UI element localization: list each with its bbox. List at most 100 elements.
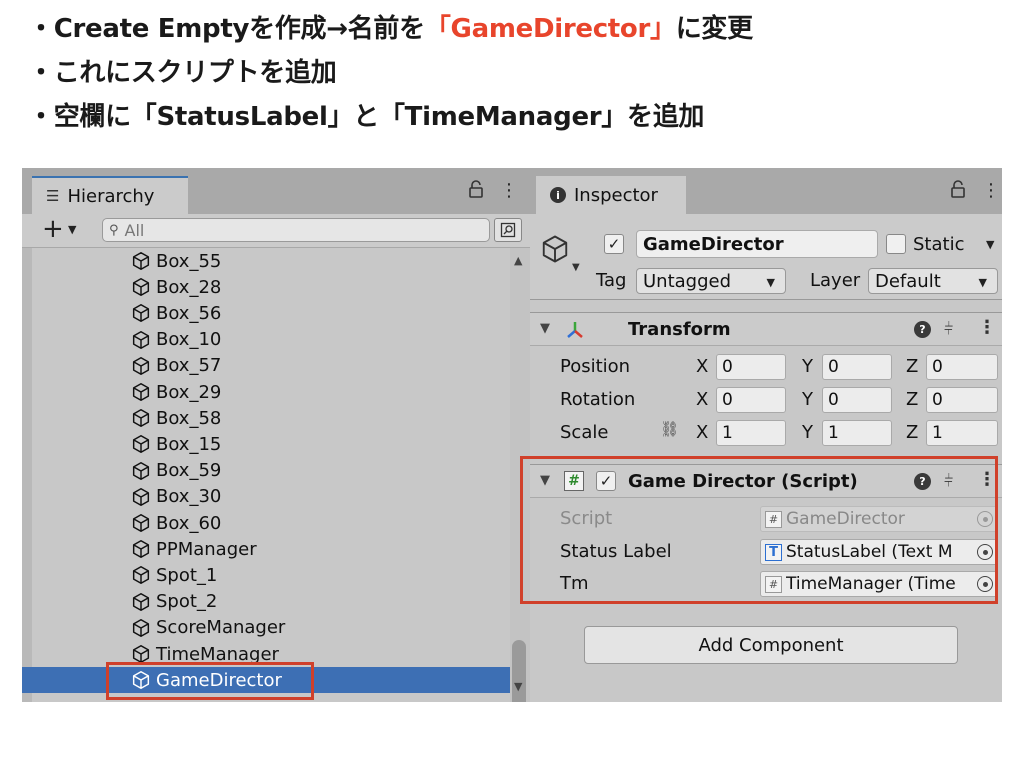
tag-dropdown[interactable]: Untagged ▼ <box>636 268 786 294</box>
layer-label: Layer <box>810 270 861 291</box>
help-icon[interactable]: ? <box>914 321 931 338</box>
scroll-up-arrow-icon[interactable]: ▲ <box>514 254 522 267</box>
hierarchy-item[interactable]: Box_55 <box>22 248 510 274</box>
object-name-field[interactable]: GameDirector <box>636 230 878 258</box>
hierarchy-item-label: Box_57 <box>156 355 222 377</box>
hierarchy-item[interactable]: Box_60 <box>22 510 510 536</box>
tag-value: Untagged <box>643 270 732 292</box>
inspector-tab-bar: i Inspector ⋮ <box>530 168 1002 214</box>
lock-icon[interactable] <box>468 180 484 203</box>
gameobject-header: ▼ ✓ GameDirector Static ▼ Tag Untagged ▼… <box>530 214 1002 300</box>
transform-z-field[interactable]: 0 <box>926 354 998 380</box>
axis-label-x: X <box>696 422 709 443</box>
tab-inspector-label: Inspector <box>574 184 658 206</box>
cube-icon <box>130 564 152 586</box>
transform-row-label: Position <box>560 356 631 377</box>
cube-icon <box>130 591 152 613</box>
hierarchy-item[interactable]: Spot_1 <box>22 562 510 588</box>
transform-component-header[interactable]: ▼ Transform ? ⫩ ⋮ <box>530 312 1002 346</box>
chevron-down-icon: ▼ <box>766 276 775 289</box>
cube-icon <box>130 538 152 560</box>
hierarchy-item-label: Spot_1 <box>156 564 218 586</box>
cube-icon <box>130 355 152 377</box>
hierarchy-item[interactable]: Box_57 <box>22 353 510 379</box>
kebab-icon[interactable]: ⋮ <box>982 180 1000 201</box>
lock-icon[interactable] <box>950 180 966 203</box>
create-plus-icon[interactable]: + <box>42 216 64 242</box>
axis-label-z: Z <box>906 356 919 377</box>
chevron-down-icon[interactable]: ▼ <box>68 223 76 236</box>
hierarchy-item[interactable]: Box_59 <box>22 458 510 484</box>
sliders-icon[interactable]: ⫩ <box>944 319 953 339</box>
cube-icon <box>130 250 152 272</box>
kebab-icon[interactable]: ⋮ <box>500 180 518 201</box>
highlight-box-gamedirector <box>106 662 314 700</box>
instruction-1-highlight: 「GameDirector」 <box>424 14 676 44</box>
hierarchy-item[interactable]: Box_29 <box>22 379 510 405</box>
hierarchy-item[interactable]: Box_56 <box>22 300 510 326</box>
add-component-button[interactable]: Add Component <box>584 626 958 664</box>
transform-y-field[interactable]: 0 <box>822 387 892 413</box>
link-icon[interactable]: ⛓ <box>660 420 679 438</box>
icon-dropdown-caret-icon[interactable]: ▼ <box>572 262 580 273</box>
axis-label-z: Z <box>906 389 919 410</box>
layer-value: Default <box>875 270 941 292</box>
inspector-panel: i Inspector ⋮ ▼ ✓ GameDirector Static ▼ … <box>530 168 1002 702</box>
transform-row-label: Rotation <box>560 389 636 410</box>
transform-z-field[interactable]: 1 <box>926 420 998 446</box>
active-checkbox[interactable]: ✓ <box>604 234 624 254</box>
hierarchy-toolbar: + ▼ ⚲ All <box>22 214 530 248</box>
cube-icon <box>130 381 152 403</box>
tab-inspector[interactable]: i Inspector <box>536 176 686 214</box>
instruction-1-prefix: ・Create Emptyを作成→名前を <box>28 14 425 44</box>
search-icon: ⚲ <box>109 222 119 238</box>
instruction-line-1: ・Create Emptyを作成→名前を「GameDirector」に変更 <box>28 16 753 60</box>
hierarchy-item-label: Box_56 <box>156 302 222 324</box>
transform-x-field[interactable]: 1 <box>716 420 786 446</box>
static-label: Static <box>913 234 965 255</box>
fold-arrow-icon[interactable]: ▼ <box>540 321 550 336</box>
layer-dropdown[interactable]: Default ▼ <box>868 268 998 294</box>
transform-x-field[interactable]: 0 <box>716 387 786 413</box>
transform-axes-icon <box>564 319 586 345</box>
hierarchy-item-label: Box_60 <box>156 512 222 534</box>
tab-hierarchy[interactable]: ☰ Hierarchy <box>32 176 188 214</box>
cube-icon <box>130 276 152 298</box>
cube-icon <box>130 486 152 508</box>
transform-y-field[interactable]: 1 <box>822 420 892 446</box>
hierarchy-item-label: Box_10 <box>156 329 222 351</box>
axis-label-x: X <box>696 356 709 377</box>
transform-y-field[interactable]: 0 <box>822 354 892 380</box>
transform-x-field[interactable]: 0 <box>716 354 786 380</box>
hierarchy-item[interactable]: ScoreManager <box>22 615 510 641</box>
cube-icon <box>130 302 152 324</box>
kebab-icon[interactable]: ⋮ <box>978 317 996 338</box>
static-checkbox[interactable] <box>886 234 906 254</box>
gameobject-cube-icon[interactable] <box>540 234 570 268</box>
chevron-down-icon: ▼ <box>978 276 987 289</box>
unity-editor-screenshot: ☰ Hierarchy ⋮ + ▼ ⚲ All Box_55 Box_28 Box_… <box>22 168 1002 702</box>
hierarchy-item[interactable]: Box_15 <box>22 431 510 457</box>
hierarchy-item-label: PPManager <box>156 538 257 560</box>
hierarchy-item[interactable]: Box_10 <box>22 327 510 353</box>
hierarchy-tab-bar: ☰ Hierarchy ⋮ <box>22 168 530 214</box>
hierarchy-item[interactable]: Box_58 <box>22 405 510 431</box>
hierarchy-search-input[interactable]: ⚲ All <box>102 218 490 242</box>
hierarchy-item-label: Box_30 <box>156 486 222 508</box>
hierarchy-item[interactable]: Spot_2 <box>22 589 510 615</box>
axis-label-y: Y <box>802 356 813 377</box>
instruction-1-suffix: に変更 <box>675 14 753 44</box>
hierarchy-list: Box_55 Box_28 Box_56 Box_10 Box_57 Box_29 Box_… <box>22 248 510 702</box>
hierarchy-item[interactable]: PPManager <box>22 536 510 562</box>
axis-label-x: X <box>696 389 709 410</box>
chevron-down-icon[interactable]: ▼ <box>986 238 994 251</box>
hierarchy-item[interactable]: Box_30 <box>22 484 510 510</box>
transform-z-field[interactable]: 0 <box>926 387 998 413</box>
highlight-box-script-component <box>520 456 998 604</box>
hierarchy-item-label: Spot_2 <box>156 591 218 613</box>
cube-icon <box>130 512 152 534</box>
scroll-down-arrow-icon[interactable]: ▼ <box>514 680 522 693</box>
scene-search-button[interactable] <box>494 218 522 242</box>
hierarchy-item-label: Box_29 <box>156 381 222 403</box>
hierarchy-item[interactable]: Box_28 <box>22 274 510 300</box>
